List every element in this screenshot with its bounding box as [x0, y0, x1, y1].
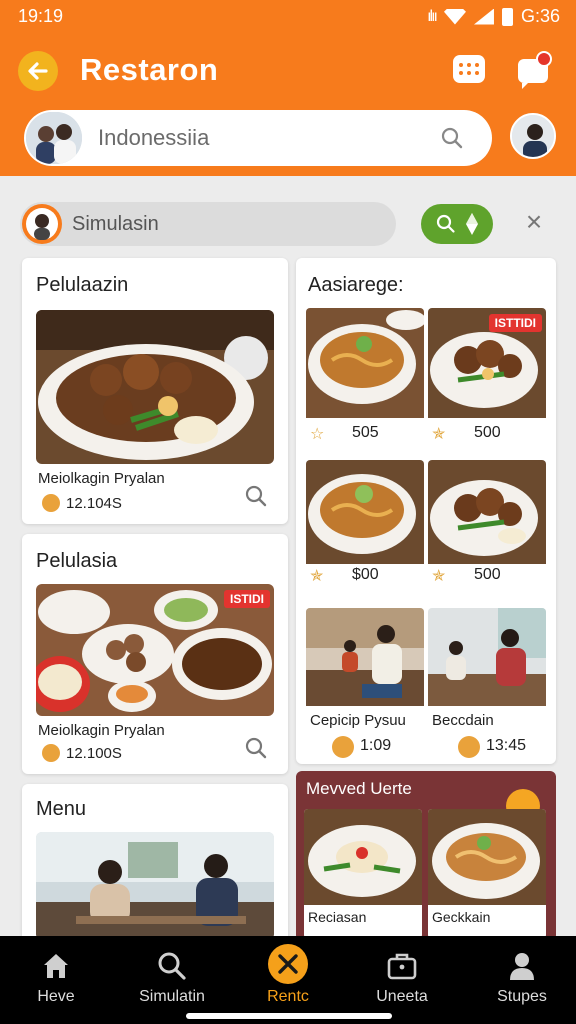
venue-name: Beccdain: [432, 712, 494, 729]
restaurant-card[interactable]: Pelulaazin Meiolkagin Pryalan 12.104S: [22, 258, 288, 524]
search-input[interactable]: Indonessiia: [98, 125, 209, 151]
close-circle-icon: [268, 944, 308, 984]
price-value: 12.104S: [66, 494, 122, 512]
search-icon: [158, 952, 186, 980]
avatar: [26, 112, 82, 164]
featured-title: Mevved Uerte: [306, 779, 412, 798]
nav-label: Simulatin: [139, 988, 205, 1005]
nav-label: Stupes: [497, 988, 547, 1005]
nav-stupes[interactable]: Stupes: [472, 950, 572, 1006]
promo-badge: ISTTIDI: [488, 314, 542, 332]
item-price: 12.104S: [42, 494, 122, 512]
dish-price: 505: [352, 424, 379, 441]
profile-avatar[interactable]: [510, 113, 556, 159]
venue-time: 1:09: [360, 737, 392, 754]
notification-dot: [536, 51, 552, 67]
chat-button[interactable]: [514, 50, 552, 89]
nav-label: Rentc: [267, 988, 309, 1005]
coin-icon: [42, 494, 60, 512]
keyboard-menu-icon: [453, 55, 485, 83]
venue-name: Cepicip Pysuu: [310, 712, 406, 729]
promo-badge: ISTIDI: [223, 590, 270, 608]
item-name: Meiolkagin Pryalan: [38, 470, 165, 487]
restaurant-card[interactable]: Pelulasia ISTIDI Meiolkagin Pryalan 12.1…: [22, 534, 288, 774]
search-bar[interactable]: Indonessiia: [24, 110, 492, 166]
search-icon[interactable]: [440, 126, 464, 150]
star-icon: ☆: [310, 426, 325, 443]
dining-image: [36, 832, 274, 940]
price-value: 12.100S: [66, 744, 122, 762]
filter-label: Simulasin: [72, 213, 159, 235]
grid-card: Aasiarege: ☆ 505 ISTTIDI ✯ 500 ✯ $00 ✯ 5…: [296, 258, 556, 764]
signal-icon: [473, 8, 494, 25]
featured-dish[interactable]: Geckkain: [428, 809, 546, 939]
dish-price: 500: [474, 566, 501, 583]
nav-simulatin[interactable]: Simulatin: [122, 950, 222, 1006]
dish-tile[interactable]: ISTTIDI ✯ 500: [428, 308, 546, 452]
dish-tile[interactable]: ✯ 500: [428, 460, 546, 602]
card-title: Pelulaazin: [36, 274, 129, 296]
briefcase-icon: [387, 953, 417, 980]
person-icon: [510, 953, 534, 980]
bottom-nav: Heve Simulatin Rentc Uneeta Stupes: [0, 936, 576, 1024]
status-icons: ılıı G:36: [427, 6, 560, 27]
nav-rentc[interactable]: Rentc: [238, 944, 338, 1006]
coin-icon: [42, 744, 60, 762]
battery-icon: [501, 7, 513, 26]
wifi-icon: [443, 8, 466, 25]
filter-chip[interactable]: Simulasin: [20, 202, 396, 246]
dish-name: Geckkain: [432, 909, 491, 925]
status-bar: 19:19 ılıı G:36: [0, 0, 576, 34]
status-time: 19:19: [18, 6, 64, 26]
menu-card[interactable]: Menu: [22, 784, 288, 944]
star-icon: ✯: [432, 568, 446, 585]
dish-price: 500: [474, 424, 501, 441]
back-button[interactable]: [18, 51, 58, 91]
home-indicator[interactable]: [186, 1013, 392, 1019]
food-image: [36, 310, 274, 464]
page-title: Restaron: [80, 52, 219, 87]
card-title: Aasiarege:: [308, 274, 404, 296]
search-icon[interactable]: [244, 484, 268, 508]
filter-avatar: [22, 204, 62, 244]
compass-icon: [465, 213, 478, 235]
featured-dish[interactable]: Reciasan: [304, 809, 422, 939]
dish-tile[interactable]: ✯ $00: [306, 460, 424, 602]
nav-label: Uneeta: [376, 988, 428, 1005]
home-icon: [44, 954, 68, 978]
search-icon: [436, 214, 455, 233]
nav-label: Heve: [37, 988, 75, 1005]
dish-tile[interactable]: ☆ 505: [306, 308, 424, 452]
dish-name: Reciasan: [308, 909, 367, 925]
search-icon[interactable]: [244, 736, 268, 760]
card-title: Pelulasia: [36, 550, 118, 572]
arrow-left-icon: [28, 62, 48, 80]
menu-button[interactable]: [450, 50, 488, 88]
nav-home[interactable]: Heve: [6, 950, 106, 1006]
venue-tile[interactable]: Beccdain 13:45: [428, 608, 546, 758]
close-filter-button[interactable]: ×: [520, 208, 548, 236]
chat-bubble-icon: [518, 51, 552, 89]
vibrate-icon: ılıı: [427, 7, 438, 25]
item-name: Meiolkagin Pryalan: [38, 722, 165, 739]
star-icon: ✯: [310, 568, 324, 585]
nav-uneeta[interactable]: Uneeta: [352, 950, 452, 1006]
star-icon: ✯: [432, 426, 446, 443]
item-price: 12.100S: [42, 744, 122, 762]
top-app-bar: 19:19 ılıı G:36 Restaron Indonessiia: [0, 0, 576, 176]
venue-time: 13:45: [486, 737, 527, 754]
map-toggle-button[interactable]: [421, 204, 493, 244]
dish-price: $00: [352, 566, 379, 583]
card-title: Menu: [36, 798, 87, 820]
venue-tile[interactable]: Cepicip Pysuu 1:09: [306, 608, 424, 758]
status-right-time: G:36: [520, 6, 560, 26]
coin-icon: [458, 736, 480, 758]
food-image: ISTIDI: [36, 584, 274, 716]
featured-card[interactable]: Mevved Uerte Reciasan Geckkain: [296, 771, 556, 941]
coin-icon: [332, 736, 354, 758]
